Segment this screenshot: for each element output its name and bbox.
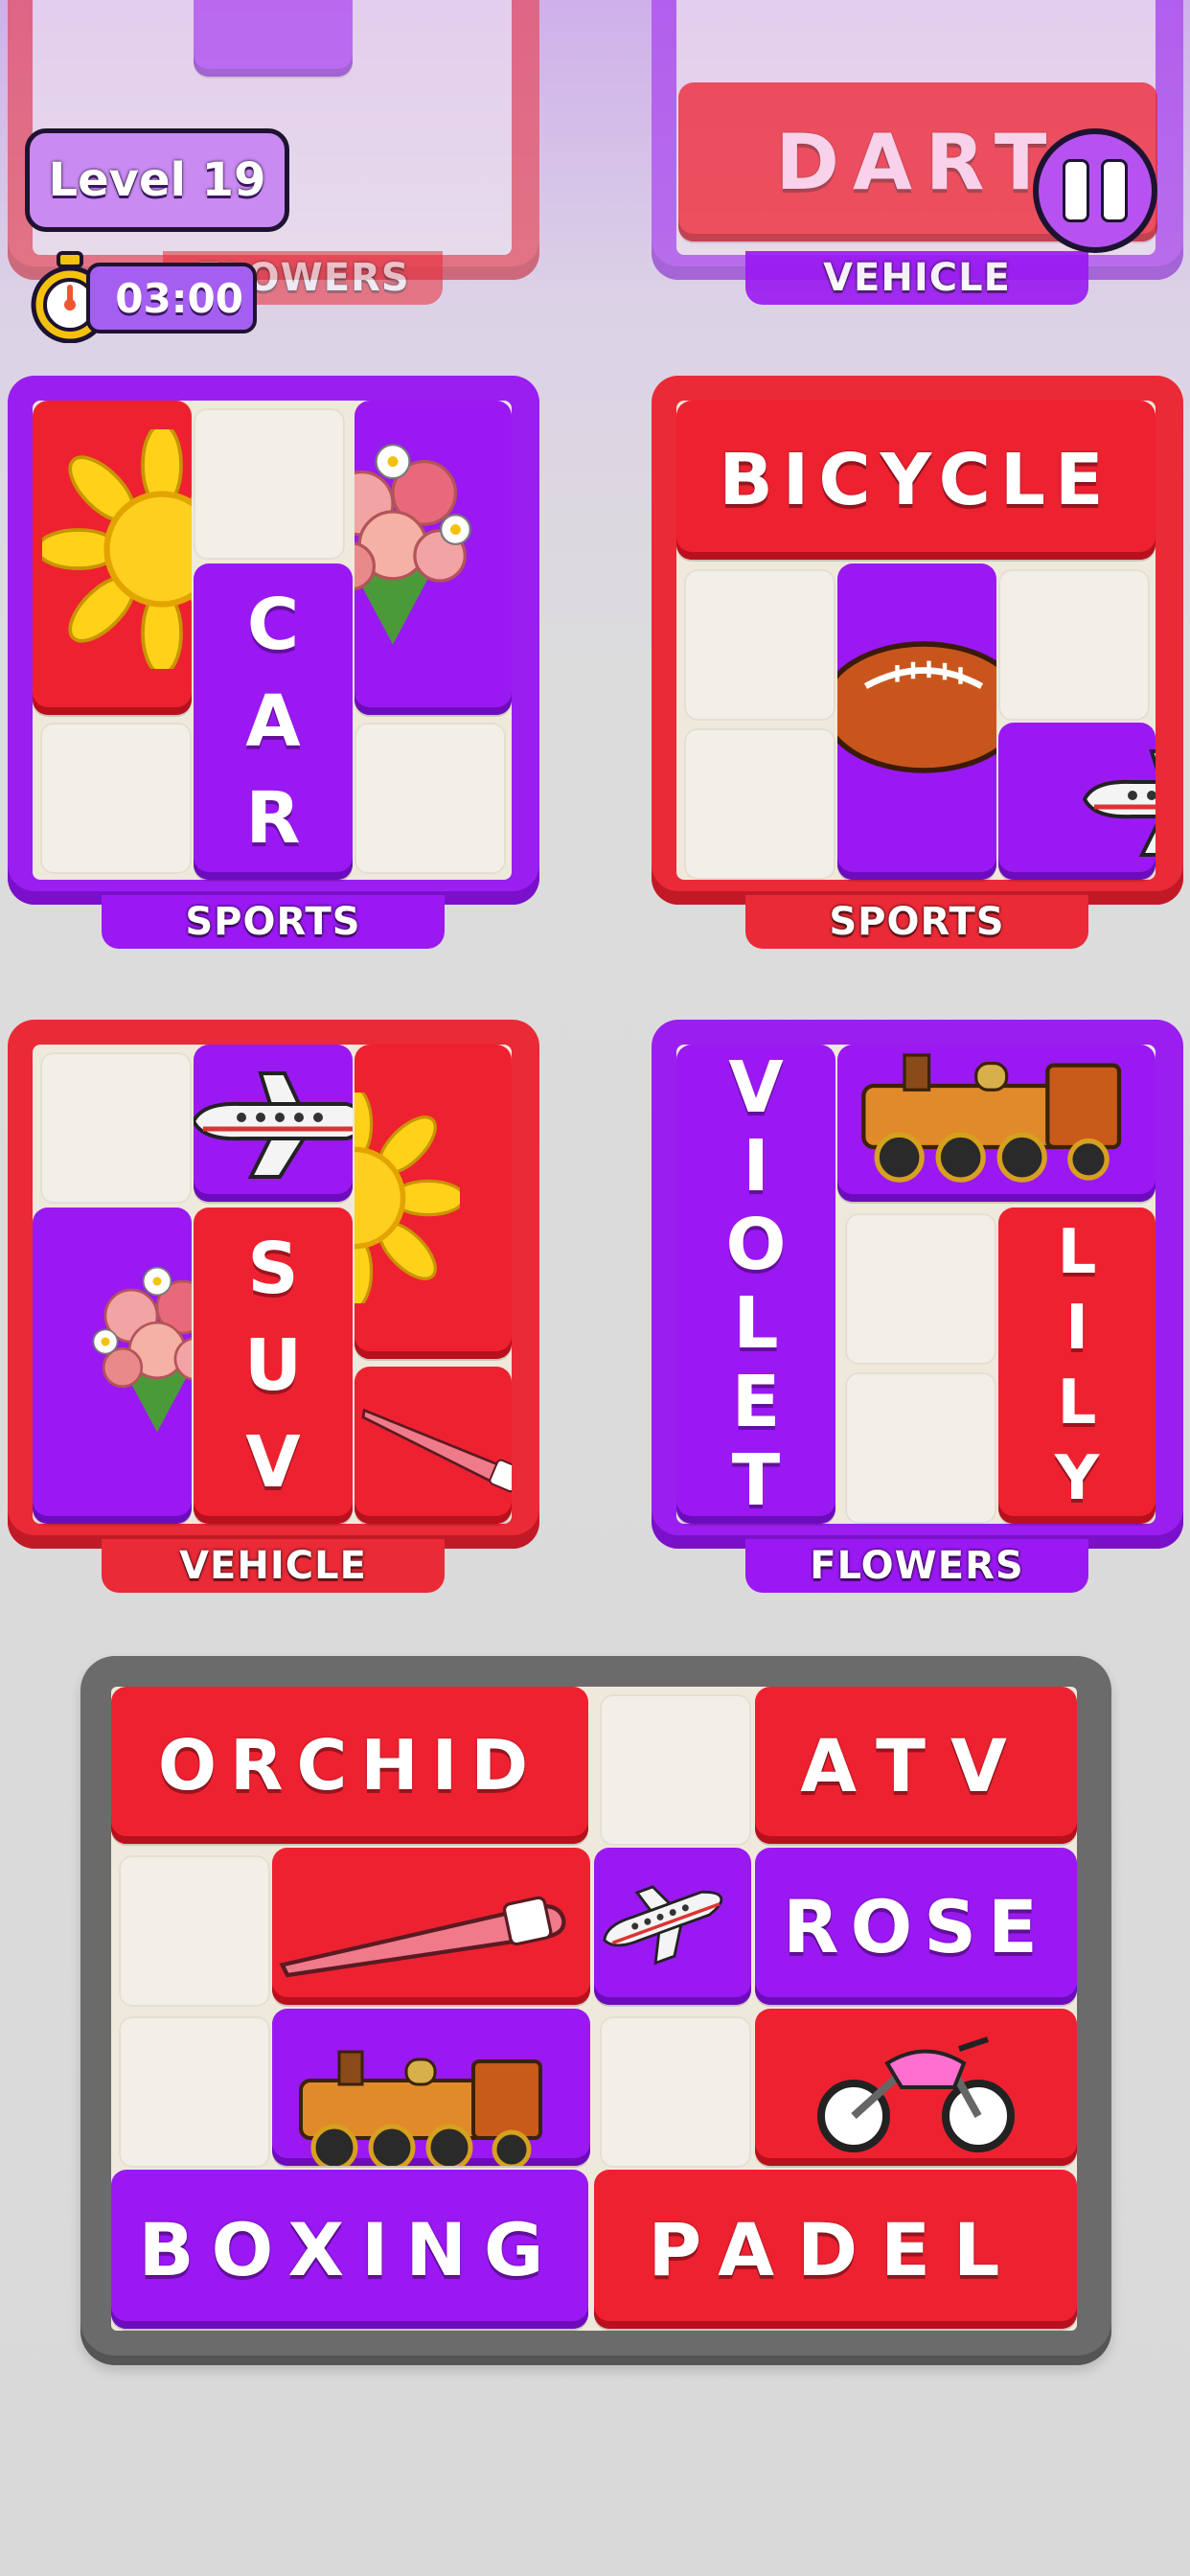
tile-top-left-purple [194,0,353,77]
level-indicator: Level 19 [25,128,289,232]
airplane-icon [1075,742,1156,857]
image-tile-train[interactable] [837,1045,1156,1202]
tray-grid: ORCHID ATV ROSE BOXING PADEL [111,1687,1077,2331]
image-tile-sunflower[interactable] [33,401,192,715]
board-grid: V I O L E T L I L Y [676,1045,1156,1524]
tray-tile-orchid[interactable]: ORCHID [111,1687,588,1844]
airplane-icon [194,1064,353,1179]
image-tile-airplane[interactable] [998,723,1156,880]
board-vehicle-label: VEHICLE [102,1539,445,1593]
board-grid: S U V [33,1045,512,1524]
train-icon [843,1045,1150,1188]
airplane-icon [594,1856,739,1983]
word-tile-lily[interactable]: L I L Y [998,1208,1156,1524]
image-tile-bouquet[interactable] [33,1208,192,1524]
tray-tile-train[interactable] [272,2009,590,2166]
board-top-right-label: VEHICLE [745,251,1088,305]
tray-tile-rose[interactable]: ROSE [755,1848,1077,2005]
tray-tile-motorcycle[interactable] [755,2009,1077,2166]
word-car: C A R [245,584,301,860]
image-tile-airplane[interactable] [194,1045,353,1202]
motorcycle-icon [811,2020,1021,2154]
board-grid: C A R [33,401,512,880]
word-tile-car[interactable]: C A R [194,564,353,880]
pause-button[interactable] [1033,128,1157,253]
image-tile-sunflower[interactable] [355,1045,512,1359]
word-lily: L I L Y [1054,1216,1100,1515]
tile-tray: ORCHID ATV ROSE BOXING PADEL [80,1656,1111,2365]
football-icon [837,631,996,784]
timer: 03:00 [86,263,257,334]
word-violet: V I O L E T [725,1046,787,1522]
sunflower-icon [355,1092,460,1303]
tray-tile-boxing[interactable]: BOXING [111,2170,588,2329]
bouquet-icon [355,420,498,650]
tray-tile-hockey-stick[interactable] [272,1848,590,2005]
board-vehicle[interactable]: S U V [8,1020,539,1549]
board-grid: BICYCLE [676,401,1156,880]
tray-tile-atv[interactable]: ATV [755,1687,1077,1844]
board-sports-2-label: SPORTS [745,895,1088,949]
image-tile-football[interactable] [837,564,996,880]
word-suv: S U V [243,1228,303,1504]
tray-tile-airplane[interactable] [594,1848,751,2005]
hockey-stick-icon [272,1876,579,1982]
sunflower-icon [42,429,192,669]
image-tile-bouquet[interactable] [355,401,512,715]
train-icon [282,2037,569,2166]
tray-tile-padel[interactable]: PADEL [594,2170,1077,2329]
board-flowers-label: FLOWERS [745,1539,1088,1593]
board-sports-1[interactable]: C A R [8,376,539,905]
word-dart: DART [775,117,1061,207]
image-tile-hockey-stick[interactable] [355,1367,512,1524]
pause-icon [1063,159,1089,222]
hockey-stick-icon [355,1367,512,1524]
word-tile-violet[interactable]: V I O L E T [676,1045,835,1524]
board-sports-1-label: SPORTS [102,895,445,949]
board-flowers[interactable]: V I O L E T L I L Y [652,1020,1183,1549]
word-tile-suv[interactable]: S U V [194,1208,353,1524]
bouquet-icon [71,1236,192,1447]
word-bicycle: BICYCLE [719,439,1113,521]
board-sports-2[interactable]: BICYCLE [652,376,1183,905]
word-tile-bicycle[interactable]: BICYCLE [676,401,1156,560]
